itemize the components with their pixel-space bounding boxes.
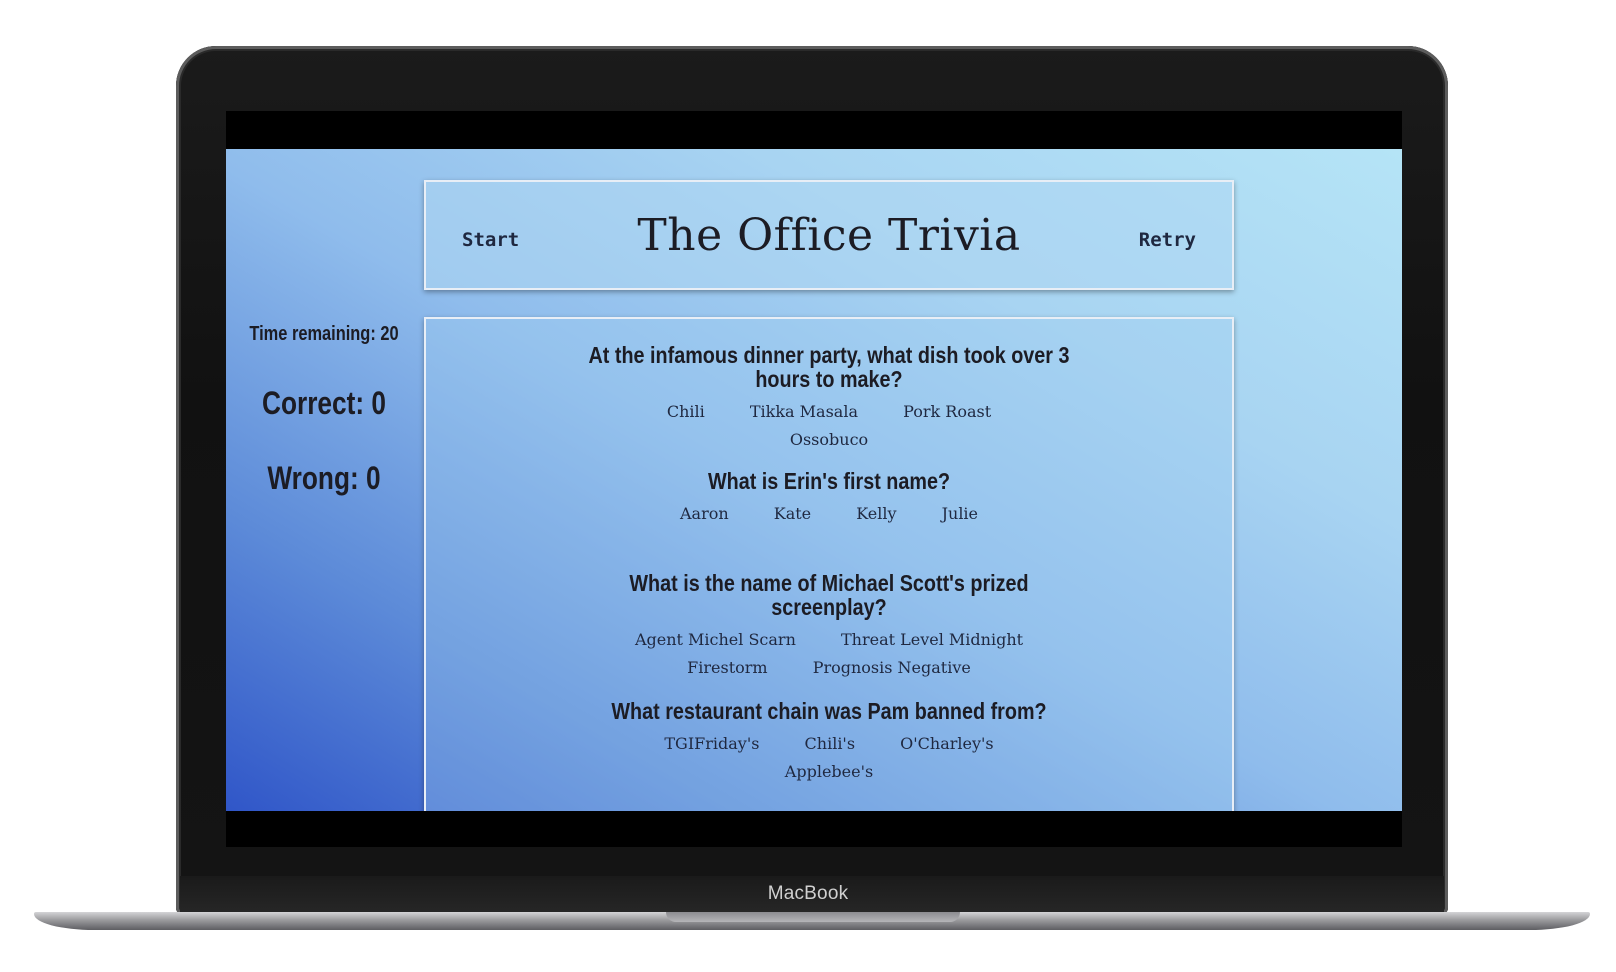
- answer-option[interactable]: Firestorm: [687, 654, 767, 682]
- header-card: Start The Office Trivia Retry: [424, 180, 1234, 290]
- question-block: What is Erin's first name? Aaron Kate Ke…: [426, 469, 1232, 528]
- answer-option[interactable]: Julie: [942, 500, 978, 528]
- question-block: What restaurant chain was Pam banned fro…: [426, 699, 1232, 786]
- answer-list: Chili Tikka Masala Pork Roast Ossobuco: [589, 398, 1069, 454]
- answer-option[interactable]: Applebee's: [785, 758, 873, 786]
- laptop-base-notch: [666, 912, 960, 922]
- answer-option[interactable]: Kate: [774, 500, 811, 528]
- answer-option[interactable]: Threat Level Midnight: [841, 626, 1023, 654]
- laptop-screen: Time remaining: 20 Correct: 0 Wrong: 0 S…: [226, 111, 1402, 847]
- question-text: What is the name of Michael Scott's priz…: [629, 570, 1029, 620]
- quiz-card: At the infamous dinner party, what dish …: [424, 317, 1234, 811]
- question-text: At the infamous dinner party, what dish …: [588, 342, 1070, 392]
- answer-option[interactable]: Chili's: [805, 730, 856, 758]
- answer-option[interactable]: Ossobuco: [790, 426, 868, 454]
- answer-list: TGIFriday's Chili's O'Charley's Applebee…: [589, 730, 1069, 786]
- answer-option[interactable]: Agent Michel Scarn: [635, 626, 796, 654]
- answer-option[interactable]: Tikka Masala: [750, 398, 858, 426]
- answer-option[interactable]: TGIFriday's: [664, 730, 759, 758]
- browser-viewport: Time remaining: 20 Correct: 0 Wrong: 0 S…: [226, 149, 1402, 811]
- question-block: At the infamous dinner party, what dish …: [426, 343, 1232, 454]
- answer-option[interactable]: Pork Roast: [903, 398, 991, 426]
- time-remaining: Time remaining: 20: [249, 323, 399, 345]
- laptop-brand-label: MacBook: [767, 883, 849, 904]
- answer-option[interactable]: O'Charley's: [900, 730, 993, 758]
- answer-option[interactable]: Chili: [667, 398, 705, 426]
- correct-count: Correct: 0: [262, 385, 386, 421]
- answer-option[interactable]: Aaron: [680, 500, 729, 528]
- wrong-count: Wrong: 0: [267, 460, 381, 496]
- answer-list: Agent Michel Scarn Threat Level Midnight…: [589, 626, 1069, 682]
- answer-option[interactable]: Kelly: [856, 500, 896, 528]
- question-block: What is the name of Michael Scott's priz…: [426, 571, 1232, 682]
- page-title: The Office Trivia: [637, 210, 1021, 261]
- question-text: What is Erin's first name?: [707, 468, 951, 494]
- retry-button[interactable]: Retry: [1139, 229, 1196, 251]
- question-text: What restaurant chain was Pam banned fro…: [611, 698, 1047, 724]
- answer-list: Aaron Kate Kelly Julie: [589, 500, 1069, 528]
- answer-option[interactable]: Prognosis Negative: [813, 654, 971, 682]
